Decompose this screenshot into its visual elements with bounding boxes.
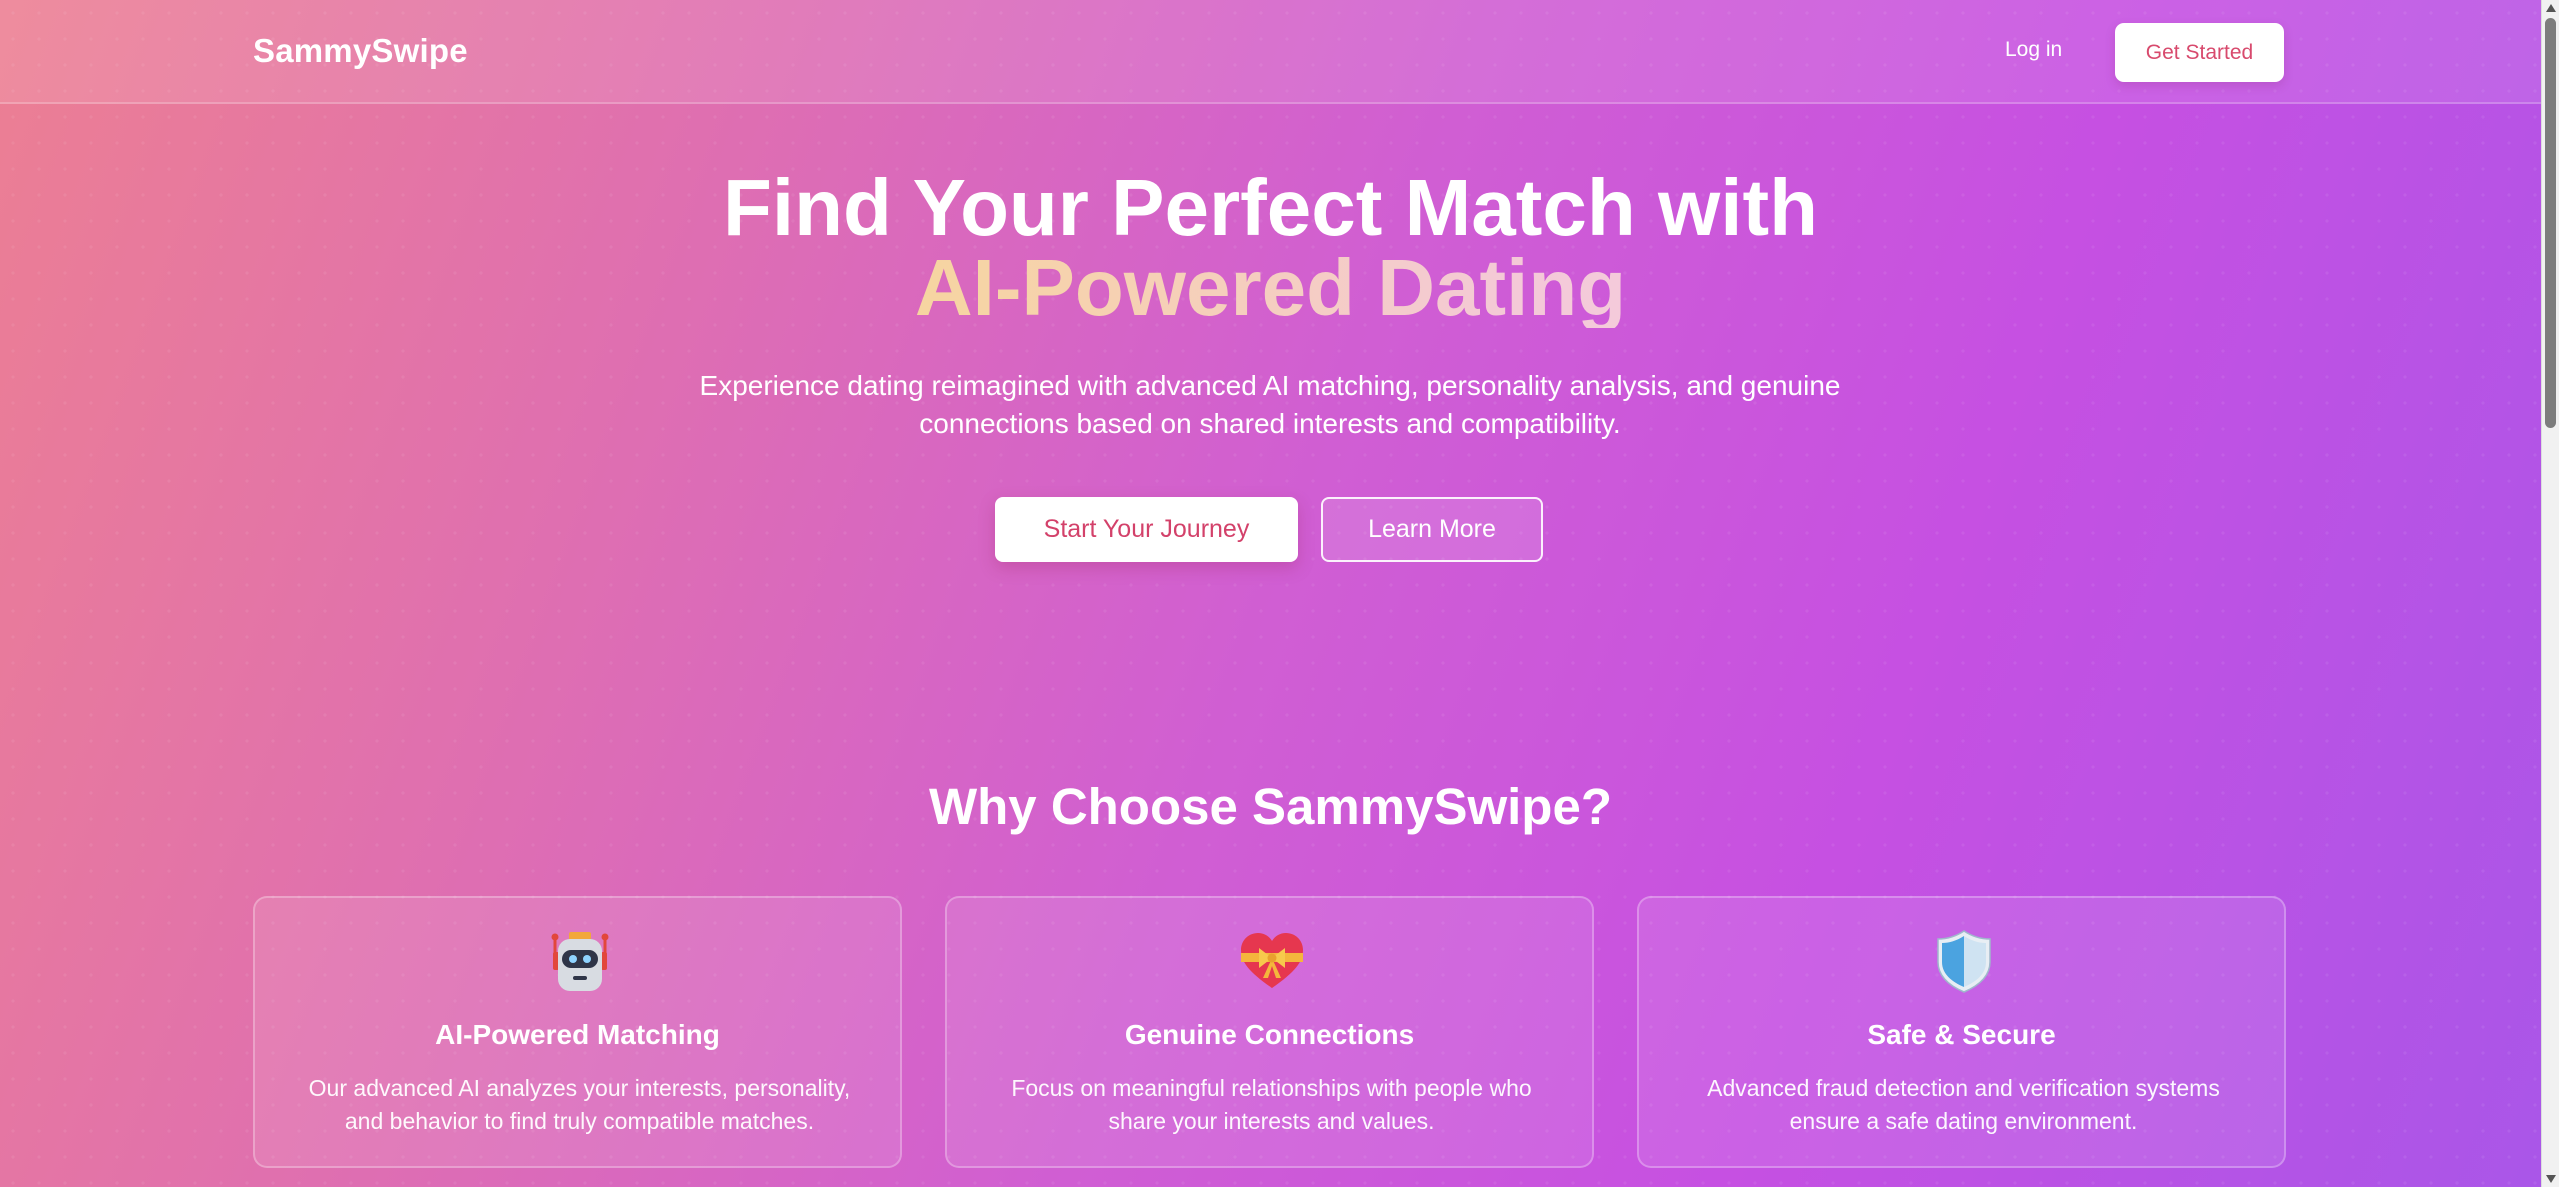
top-nav: SammySwipe Log in Get Started [0, 0, 2541, 104]
feature-card-ai-matching: AI-Powered Matching Our advanced AI anal… [253, 896, 902, 1168]
card-description-line2: ensure a safe dating environment. [1789, 1108, 2138, 1134]
card-description-line1: Our advanced AI analyzes your interests,… [308, 1075, 851, 1101]
hero-subtitle: Experience dating reimagined with advanc… [640, 367, 1900, 443]
card-description-line1: Focus on meaningful relationships with p… [1011, 1075, 1532, 1101]
robot-icon [547, 928, 613, 994]
scroll-down-arrow-icon[interactable] [2546, 1175, 2556, 1183]
feature-card-safe-secure: Safe & Secure Advanced fraud detection a… [1637, 896, 2286, 1168]
card-description-line1: Advanced fraud detection and verificatio… [1707, 1075, 2220, 1101]
scroll-up-arrow-icon[interactable] [2546, 4, 2556, 12]
logo[interactable]: SammySwipe [253, 32, 468, 70]
hero-subtitle-line2: connections based on shared interests an… [919, 408, 1621, 439]
features-title: Why Choose SammySwipe? [929, 778, 1612, 835]
card-description: Focus on meaningful relationships with p… [987, 1072, 1556, 1138]
card-description-line2: and behavior to find truly compatible ma… [344, 1108, 815, 1134]
start-journey-button[interactable]: Start Your Journey [995, 497, 1298, 562]
card-title: Genuine Connections [1124, 1019, 1415, 1050]
card-description: Advanced fraud detection and verificatio… [1679, 1072, 2248, 1138]
page: SammySwipe Log in Get Started Find Your … [0, 0, 2541, 1187]
page-scrollbar[interactable] [2541, 0, 2559, 1187]
get-started-button[interactable]: Get Started [2115, 23, 2284, 82]
hero-subtitle-line1: Experience dating reimagined with advanc… [699, 370, 1841, 401]
hero-title: Find Your Perfect Match with AI-Powered … [0, 168, 2541, 328]
learn-more-button[interactable]: Learn More [1321, 497, 1543, 562]
card-title: Safe & Secure [1867, 1019, 2056, 1050]
card-description: Our advanced AI analyzes your interests,… [295, 1072, 864, 1138]
login-link[interactable]: Log in [2005, 38, 2062, 62]
scrollbar-thumb[interactable] [2545, 18, 2556, 428]
heart-ribbon-icon [1239, 928, 1305, 994]
hero-title-highlight: AI-Powered Dating [0, 248, 2541, 328]
hero-title-line1: Find Your Perfect Match with [723, 163, 1818, 252]
shield-icon [1931, 928, 1997, 994]
card-title: AI-Powered Matching [435, 1019, 720, 1050]
card-description-line2: share your interests and values. [1108, 1108, 1435, 1134]
feature-card-genuine-connections: Genuine Connections Focus on meaningful … [945, 896, 1594, 1168]
